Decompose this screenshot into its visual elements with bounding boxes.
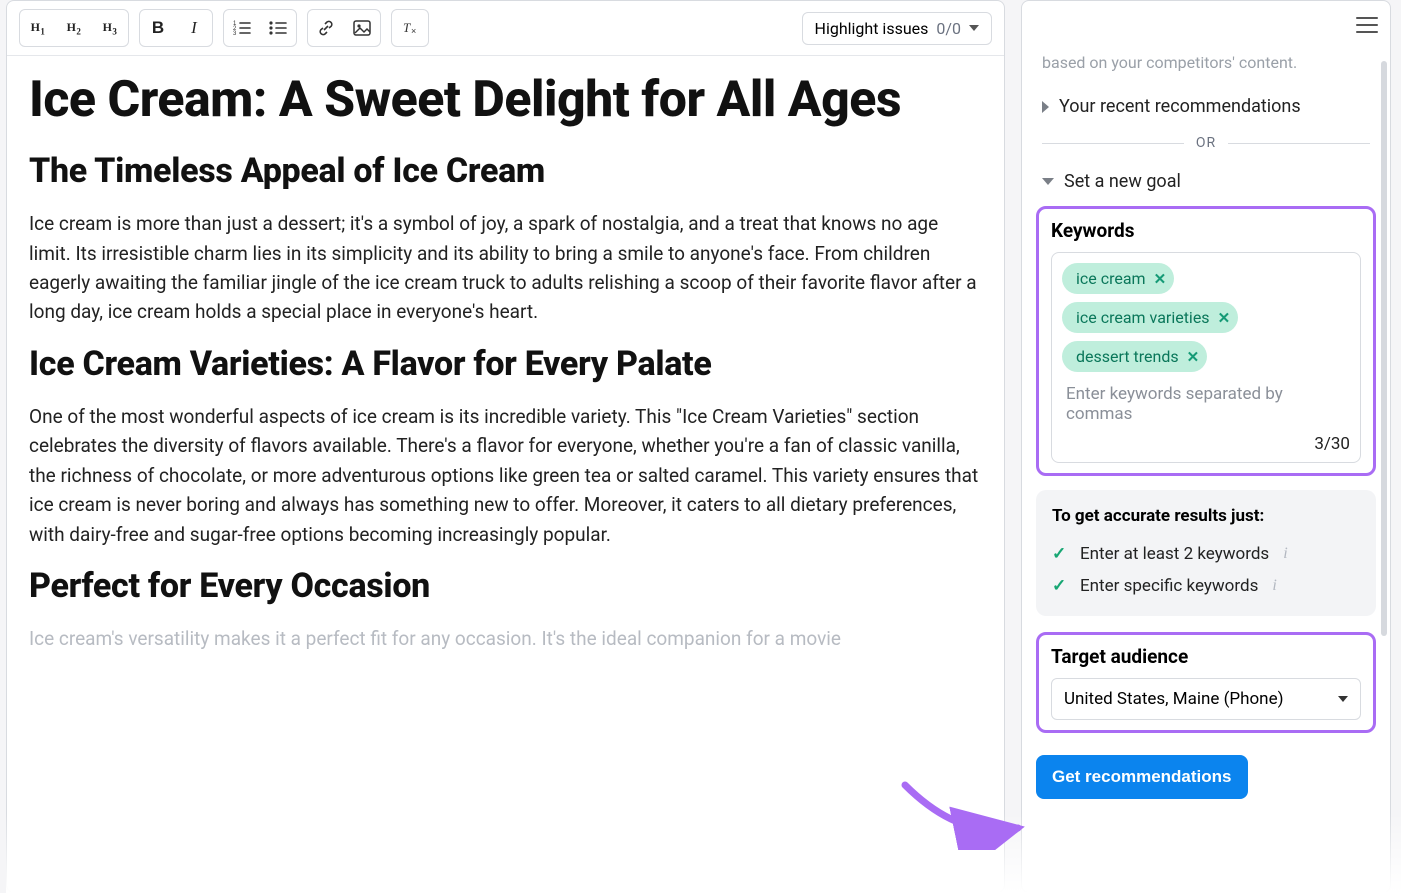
keywords-placeholder: Enter keywords separated by commas <box>1062 372 1350 428</box>
tip-row: ✓ Enter at least 2 keywords i <box>1052 538 1360 570</box>
target-audience-value: United States, Maine (Phone) <box>1064 689 1284 709</box>
italic-button[interactable]: I <box>178 12 210 44</box>
link-button[interactable] <box>310 12 342 44</box>
article-p3[interactable]: Ice cream's versatility makes it a perfe… <box>29 624 982 653</box>
info-icon[interactable]: i <box>1283 545 1287 563</box>
menu-icon[interactable] <box>1356 17 1378 33</box>
keyword-tag: ice cream varieties ✕ <box>1062 302 1238 333</box>
ordered-list-icon: 123 <box>233 20 251 36</box>
chevron-down-icon <box>969 25 979 31</box>
scrollbar[interactable] <box>1379 61 1387 882</box>
keyword-tag: dessert trends ✕ <box>1062 341 1207 372</box>
highlight-issues-dropdown[interactable]: Highlight issues 0/0 <box>802 12 992 45</box>
clear-format-button[interactable]: T× <box>394 12 426 44</box>
target-audience-box: Target audience United States, Maine (Ph… <box>1036 632 1376 733</box>
remove-tag-icon[interactable]: ✕ <box>1154 270 1167 288</box>
svg-text:3: 3 <box>233 31 237 36</box>
keywords-box: Keywords ice cream ✕ ice cream varieties ✕… <box>1036 206 1376 476</box>
tip-row: ✓ Enter specific keywords i <box>1052 570 1360 602</box>
link-icon <box>317 19 335 37</box>
h3-button[interactable]: H3 <box>94 12 126 44</box>
keyword-tag-label: ice cream varieties <box>1076 308 1210 327</box>
tips-title: To get accurate results just: <box>1052 506 1360 526</box>
article-title[interactable]: Ice Cream: A Sweet Delight for All Ages <box>29 72 982 128</box>
highlight-count: 0/0 <box>936 19 961 38</box>
recent-recommendations-row[interactable]: Your recent recommendations <box>1036 86 1376 127</box>
info-icon[interactable]: i <box>1272 577 1276 595</box>
keyword-tag-label: ice cream <box>1076 269 1146 288</box>
tip-text: Enter specific keywords <box>1080 576 1258 596</box>
remove-tag-icon[interactable]: ✕ <box>1187 348 1200 366</box>
toolbar: H1 H2 H3 B I 123 <box>7 1 1004 56</box>
remove-tag-icon[interactable]: ✕ <box>1218 309 1231 327</box>
svg-text:×: × <box>411 26 416 36</box>
image-button[interactable] <box>346 12 378 44</box>
set-new-goal-label: Set a new goal <box>1064 171 1181 192</box>
unordered-list-button[interactable] <box>262 12 294 44</box>
tips-box: To get accurate results just: ✓ Enter at… <box>1036 490 1376 616</box>
target-audience-title: Target audience <box>1051 645 1361 668</box>
article-h2-2[interactable]: Ice Cream Varieties: A Flavor for Every … <box>29 345 982 384</box>
unordered-list-icon <box>269 20 287 36</box>
article-p1[interactable]: Ice cream is more than just a dessert; i… <box>29 209 982 327</box>
ordered-list-button[interactable]: 123 <box>226 12 258 44</box>
recent-recommendations-label: Your recent recommendations <box>1059 96 1301 117</box>
bold-button[interactable]: B <box>142 12 174 44</box>
or-label: OR <box>1196 135 1216 151</box>
recommendations-sidebar: based on your competitors' content. Your… <box>1021 0 1391 893</box>
sidebar-header <box>1022 1 1390 49</box>
svg-text:T: T <box>403 20 411 35</box>
or-separator: OR <box>1042 135 1370 151</box>
heading-group: H1 H2 H3 <box>19 9 129 47</box>
keywords-input-area[interactable]: ice cream ✕ ice cream varieties ✕ dessert … <box>1051 252 1361 463</box>
article-h2-1[interactable]: The Timeless Appeal of Ice Cream <box>29 152 982 191</box>
h2-button[interactable]: H2 <box>58 12 90 44</box>
insert-group <box>307 9 381 47</box>
image-icon <box>353 20 371 36</box>
chevron-down-icon <box>1338 696 1348 702</box>
faded-hint: based on your competitors' content. <box>1036 49 1376 86</box>
chevron-down-icon <box>1042 178 1054 185</box>
article-h2-3[interactable]: Perfect for Every Occasion <box>29 567 982 606</box>
scroll-thumb[interactable] <box>1381 61 1387 636</box>
clear-formatting-icon: T× <box>401 20 419 36</box>
keywords-title: Keywords <box>1051 219 1361 242</box>
article-p2[interactable]: One of the most wonderful aspects of ice… <box>29 402 982 549</box>
keywords-counter: 3/30 <box>1062 428 1350 454</box>
target-audience-select[interactable]: United States, Maine (Phone) <box>1051 678 1361 720</box>
keyword-tags: ice cream ✕ ice cream varieties ✕ dessert … <box>1062 263 1350 372</box>
list-group: 123 <box>223 9 297 47</box>
tip-text: Enter at least 2 keywords <box>1080 544 1269 564</box>
h1-button[interactable]: H1 <box>22 12 54 44</box>
check-icon: ✓ <box>1052 544 1070 564</box>
highlight-label: Highlight issues <box>815 19 929 38</box>
chevron-right-icon <box>1042 101 1049 113</box>
get-recommendations-button[interactable]: Get recommendations <box>1036 755 1248 799</box>
sidebar-body: based on your competitors' content. Your… <box>1022 49 1390 892</box>
clear-group: T× <box>391 9 429 47</box>
style-group: B I <box>139 9 213 47</box>
check-icon: ✓ <box>1052 576 1070 596</box>
keyword-tag-label: dessert trends <box>1076 347 1179 366</box>
editor-body[interactable]: Ice Cream: A Sweet Delight for All Ages … <box>7 56 1004 668</box>
set-new-goal-row[interactable]: Set a new goal <box>1036 161 1376 202</box>
editor-panel: H1 H2 H3 B I 123 <box>6 0 1005 893</box>
keyword-tag: ice cream ✕ <box>1062 263 1174 294</box>
